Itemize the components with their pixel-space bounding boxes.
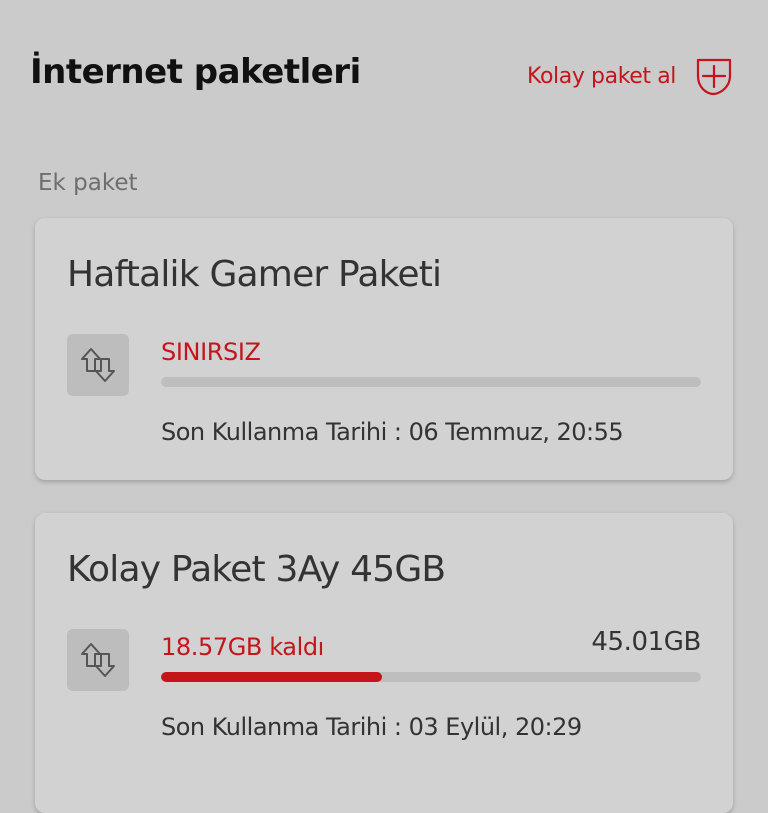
data-transfer-icon: [67, 334, 129, 396]
plus-shield-icon: [696, 58, 732, 96]
remaining-amount: 18.57GB kaldı: [161, 633, 324, 661]
data-transfer-icon: [67, 629, 129, 691]
package-name: Haftalik Gamer Paketi: [67, 254, 442, 295]
easy-buy-button[interactable]: Kolay paket al: [527, 54, 736, 98]
usage-bar: [161, 672, 701, 682]
usage-bar: [161, 377, 701, 387]
expiry-date: Son Kullanma Tarihi : 06 Temmuz, 20:55: [161, 418, 624, 446]
usage-bar-fill: [161, 672, 383, 682]
total-amount: 45.01GB: [591, 627, 701, 657]
package-card[interactable]: Kolay Paket 3Ay 45GB 18.57GB kaldı 45.01…: [35, 513, 733, 813]
page-header: İnternet paketleri Kolay paket al: [0, 0, 768, 150]
easy-buy-label: Kolay paket al: [527, 63, 676, 89]
expiry-date: Son Kullanma Tarihi : 03 Eylül, 20:29: [161, 713, 582, 741]
remaining-amount: SINIRSIZ: [161, 338, 261, 366]
page-title: İnternet paketleri: [30, 52, 361, 92]
section-label: Ek paket: [38, 170, 138, 196]
package-name: Kolay Paket 3Ay 45GB: [67, 549, 446, 590]
package-card[interactable]: Haftalik Gamer Paketi SINIRSIZ Son Kulla…: [35, 218, 733, 480]
